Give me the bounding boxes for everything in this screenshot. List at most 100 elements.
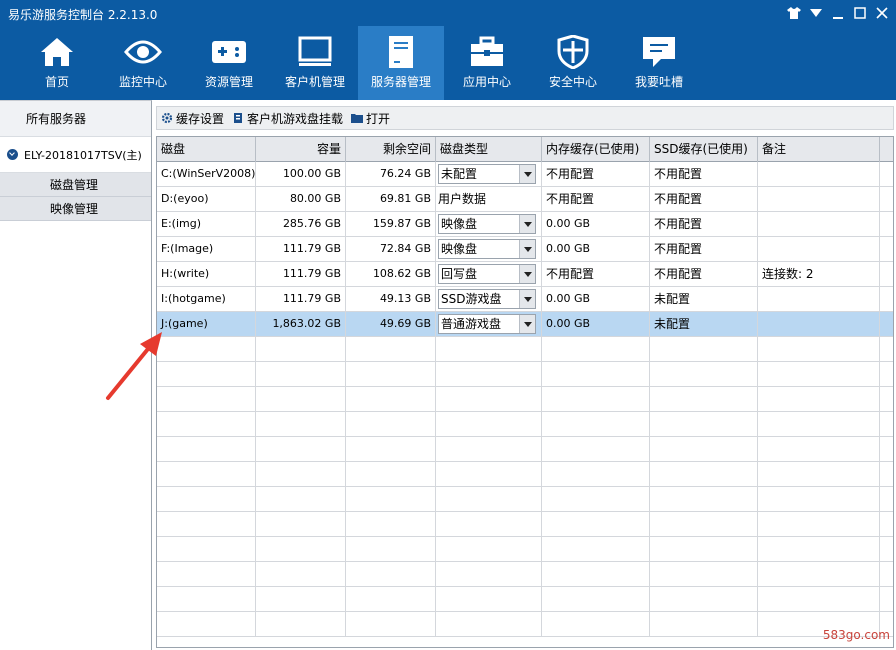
cell-empty [650, 437, 758, 462]
chevron-down-icon[interactable] [519, 265, 535, 283]
cell-empty [256, 337, 346, 362]
table-row[interactable]: E:(img) 285.76 GB 159.87 GB 映像盘 0.00 GB 不用配置 [157, 212, 893, 237]
col-disk-type[interactable]: 磁盘类型 [436, 137, 542, 162]
cell-capacity: 1,863.02 GB [256, 312, 346, 337]
cell-disk: D:(eyoo) [157, 187, 256, 212]
cell-disk: H:(write) [157, 262, 256, 287]
cell-empty [880, 562, 893, 587]
cell-empty [758, 437, 880, 462]
chevron-down-icon[interactable] [519, 290, 535, 308]
disk-type-select[interactable]: 回写盘 [438, 264, 536, 284]
cell-empty [542, 362, 650, 387]
nav-label: 客户机管理 [284, 75, 345, 89]
disk-type-select[interactable]: 普通游戏盘 [438, 314, 536, 334]
chevron-down-icon[interactable] [519, 215, 535, 233]
nav-label: 安全中心 [548, 75, 597, 89]
cell-disk: C:(WinSerV2008) [157, 162, 256, 187]
nav-client-management[interactable]: 客户机管理 [272, 26, 358, 100]
chevron-down-icon[interactable] [519, 165, 535, 183]
maximize-icon[interactable] [852, 5, 868, 21]
col-ssd-cache[interactable]: SSD缓存(已使用) [650, 137, 758, 162]
cell-free-space: 76.24 GB [346, 162, 436, 187]
disk-type-select[interactable]: 未配置 [438, 164, 536, 184]
table-row[interactable]: D:(eyoo) 80.00 GB 69.81 GB 用户数据 不用配置 不用配置 [157, 187, 893, 212]
chevron-down-icon[interactable] [519, 240, 535, 258]
cell-empty [436, 562, 542, 587]
table-row[interactable]: C:(WinSerV2008) 100.00 GB 76.24 GB 未配置 不用配置不… [157, 162, 893, 187]
cell-empty [256, 487, 346, 512]
cell-empty [436, 437, 542, 462]
col-note[interactable]: 备注 [758, 137, 880, 162]
cell-empty [542, 512, 650, 537]
col-capacity[interactable]: 容量 [256, 137, 346, 162]
sidebar-server-node[interactable]: ELY-20181017TSV(主) [0, 137, 151, 173]
cell-empty [880, 537, 893, 562]
cell-empty [880, 412, 893, 437]
open-button[interactable]: 打开 [351, 110, 390, 127]
cell-note [758, 212, 880, 237]
disk-type-select[interactable]: 映像盘 [438, 239, 536, 259]
table-row[interactable]: F:(Image) 111.79 GB 72.84 GB 映像盘 0.00 GB 不用配置 [157, 237, 893, 262]
mount-label: 客户机游戏盘挂载 [247, 111, 344, 126]
eye-icon [123, 34, 163, 70]
cell-empty [157, 412, 256, 437]
cell-note [758, 187, 880, 212]
sidebar-item-image-management[interactable]: 映像管理 [0, 197, 151, 221]
cell-empty [256, 387, 346, 412]
cell-empty [256, 437, 346, 462]
table-row-empty [157, 362, 893, 387]
nav-security-center[interactable]: 安全中心 [530, 26, 616, 100]
cell-empty [256, 512, 346, 537]
minimize-icon[interactable] [830, 5, 846, 21]
nav-monitor-center[interactable]: 监控中心 [100, 26, 186, 100]
cell-empty [650, 512, 758, 537]
watermark: 583go.com [822, 628, 890, 642]
cell-empty [650, 462, 758, 487]
cell-empty [650, 562, 758, 587]
menu-dropdown-icon[interactable] [808, 5, 824, 21]
table-row-empty [157, 612, 893, 637]
col-disk[interactable]: 磁盘 [157, 137, 256, 162]
toolbox-icon [467, 34, 507, 70]
sidebar-all-servers[interactable]: 所有服务器 [0, 101, 151, 137]
nav-home[interactable]: 首页 [14, 26, 100, 100]
col-mem-cache[interactable]: 内存缓存(已使用) [542, 137, 650, 162]
table-row-empty [157, 337, 893, 362]
sidebar-item-disk-management[interactable]: 磁盘管理 [0, 173, 151, 197]
cell-empty [346, 612, 436, 637]
cell-empty [346, 412, 436, 437]
skin-icon[interactable] [786, 5, 802, 21]
cell-capacity: 80.00 GB [256, 187, 346, 212]
mount-client-game-disk-button[interactable]: 客户机游戏盘挂载 [232, 110, 343, 127]
nav-server-management[interactable]: 服务器管理 [358, 26, 444, 100]
table-row-empty [157, 512, 893, 537]
cell-empty [758, 337, 880, 362]
col-free-space[interactable]: 剩余空间 [346, 137, 436, 162]
cell-capacity: 285.76 GB [256, 212, 346, 237]
close-icon[interactable] [874, 5, 890, 21]
nav-feedback[interactable]: 我要吐槽 [616, 26, 702, 100]
cell-empty [758, 412, 880, 437]
collapse-toggle-icon[interactable] [7, 149, 18, 160]
disk-type-select[interactable]: 映像盘 [438, 214, 536, 234]
disk-type-select[interactable]: SSD游戏盘 [438, 289, 536, 309]
cell-disk-type: 回写盘 [436, 262, 542, 287]
cell-empty [758, 512, 880, 537]
cell-mem-cache: 0.00 GB [542, 212, 650, 237]
cell-empty [542, 437, 650, 462]
header-bar: 易乐游服务控制台 2.2.13.0 首页 监控中心 资源管理 客户机管理 服务器… [0, 0, 896, 100]
cell-empty [436, 337, 542, 362]
nav-app-center[interactable]: 应用中心 [444, 26, 530, 100]
app-window: 易乐游服务控制台 2.2.13.0 首页 监控中心 资源管理 客户机管理 服务器… [0, 0, 896, 650]
cell-empty [436, 512, 542, 537]
table-row[interactable]: I:(hotgame) 111.79 GB 49.13 GB SSD游戏盘 0.00 G… [157, 287, 893, 312]
cell-empty [346, 562, 436, 587]
chevron-down-icon[interactable] [519, 315, 535, 333]
nav-resource-management[interactable]: 资源管理 [186, 26, 272, 100]
table-row[interactable]: H:(write) 111.79 GB 108.62 GB 回写盘 不用配置 不用配置 连接… [157, 262, 893, 287]
cell-empty [436, 462, 542, 487]
table-row[interactable]: J:(game) 1,863.02 GB 49.69 GB 普通游戏盘 0.00 GB 未… [157, 312, 893, 337]
cache-settings-button[interactable]: 缓存设置 [161, 110, 224, 127]
cell-empty [758, 387, 880, 412]
cell-disk-type: 映像盘 [436, 237, 542, 262]
